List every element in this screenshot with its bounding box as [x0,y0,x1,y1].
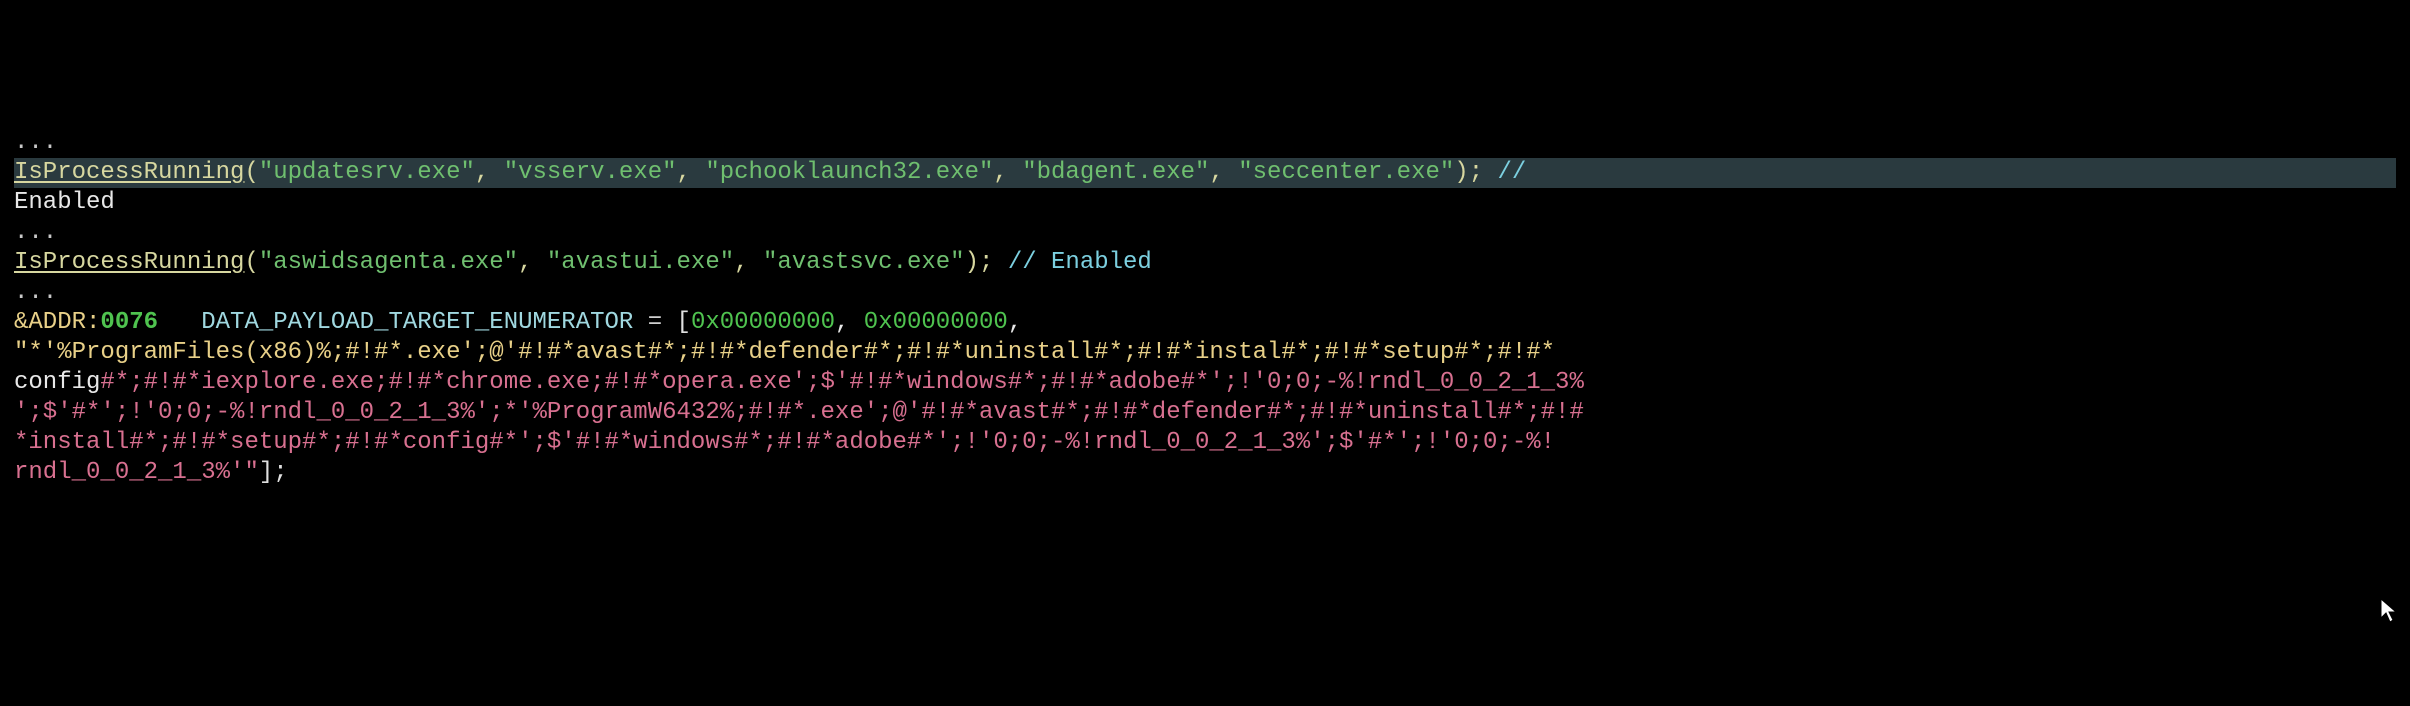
address-amp: & [14,309,28,336]
data-string: #*;#!#*iexplore.exe;#!#*chrome.exe;#!#*o… [100,369,1583,396]
comma: , [475,159,504,186]
paren-open: ( [244,249,258,276]
address-number: 0076 [100,309,158,336]
ellipsis: ... [14,129,57,156]
comment: // Enabled [1008,249,1152,276]
paren-open: ( [244,159,258,186]
comment: // [1498,159,1527,186]
code-block: ... IsProcessRunning("updatesrv.exe", "v… [0,120,2410,496]
comma: , [1008,309,1022,336]
mouse-cursor-icon [2380,598,2400,624]
string-arg: "updatesrv.exe" [259,159,475,186]
bracket-close: ]; [259,459,288,486]
paren-close: ); [965,249,1008,276]
comma: , [734,249,763,276]
text-enabled: Enabled [14,189,115,216]
comma: , [993,159,1022,186]
comma: , [677,159,706,186]
highlighted-line: IsProcessRunning("updatesrv.exe", "vsser… [14,158,2396,188]
data-string: rndl_0_0_2_1_3%'" [14,459,259,486]
ellipsis: ... [14,219,57,246]
string-arg: "seccenter.exe" [1238,159,1454,186]
data-string: *install#*;#!#*setup#*;#!#*config#*';$'#… [14,429,1555,456]
bracket-open: [ [677,309,691,336]
hex-literal: 0x00000000 [691,309,835,336]
ellipsis: ... [14,279,57,306]
data-string: ';$'#*';!'0;0;-%!rndl_0_0_2_1_3%';*'%Pro… [14,399,1584,426]
string-arg: "avastui.exe" [547,249,734,276]
comma: , [835,309,864,336]
address-key: ADDR: [28,309,100,336]
string-arg: "vsserv.exe" [504,159,677,186]
comma: , [518,249,547,276]
identifier: DATA_PAYLOAD_TARGET_ENUMERATOR [201,309,633,336]
string-arg: "aswidsagenta.exe" [259,249,518,276]
string-arg: "bdagent.exe" [1022,159,1209,186]
equals: = [633,309,676,336]
spacer [158,309,201,336]
data-string: config [14,369,100,396]
string-arg: "avastsvc.exe" [763,249,965,276]
function-name: IsProcessRunning [14,159,244,186]
comma: , [1209,159,1238,186]
data-string: "*'%ProgramFiles(x86)%;#!#*.exe';@'#!#*a… [14,339,1555,366]
hex-literal: 0x00000000 [864,309,1008,336]
string-arg: "pchooklaunch32.exe" [705,159,993,186]
paren-close: ); [1454,159,1497,186]
function-name: IsProcessRunning [14,249,244,276]
